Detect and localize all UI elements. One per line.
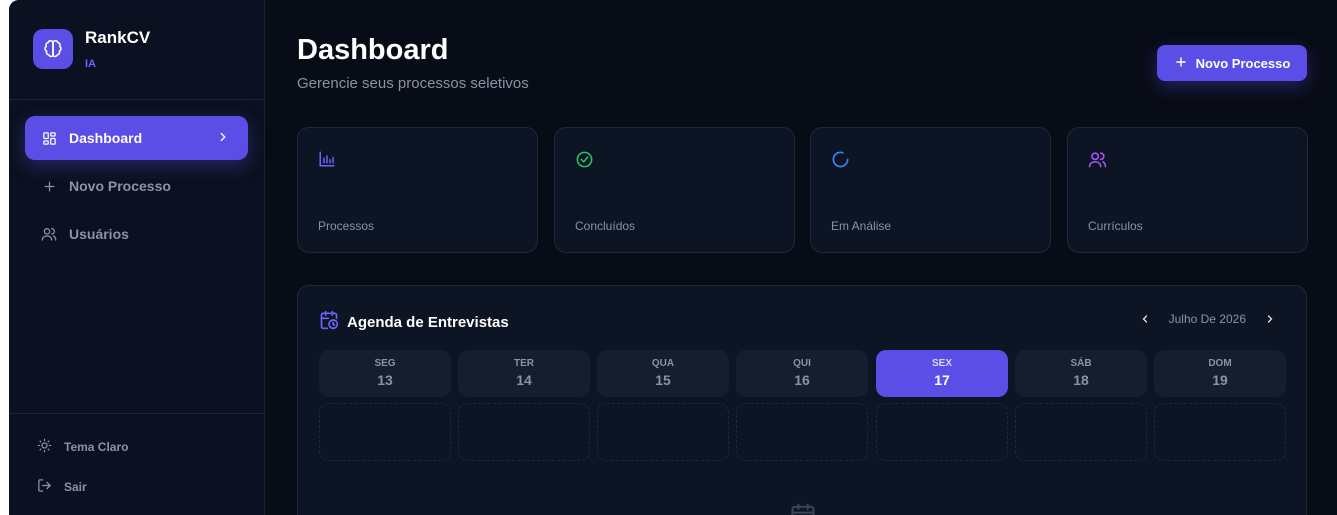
next-month-button[interactable] (1264, 312, 1276, 326)
brand-tag: IA (85, 58, 96, 70)
stat-card-processos: 2 Processos (297, 127, 538, 338)
app-window: RankCV IA Dashboard Novo Processo Usuári… (9, 0, 1337, 515)
day-column-sab[interactable]: SÁB 18 (1015, 350, 1147, 397)
theme-toggle-button[interactable]: Tema Claro (37, 438, 128, 456)
day-slot[interactable] (458, 403, 590, 461)
bar-chart-icon (318, 150, 336, 173)
brain-icon (33, 29, 73, 69)
day-slot[interactable] (1015, 403, 1147, 461)
sidebar-item-usuarios[interactable]: Usuários (25, 212, 248, 256)
users-icon (41, 226, 57, 242)
sidebar-item-dashboard[interactable]: Dashboard (25, 116, 248, 160)
new-process-label: Novo Processo (1195, 55, 1291, 71)
loader-icon (831, 150, 850, 174)
day-slot[interactable] (597, 403, 729, 461)
day-slot[interactable] (876, 403, 1008, 461)
stat-label: Concluídos (575, 219, 636, 233)
stat-card-concluidos: 2 Concluídos (554, 127, 795, 338)
day-number: 15 (655, 372, 671, 388)
stat-card-em-analise: 0 Em Análise (810, 127, 1051, 338)
day-name: SEG (374, 358, 396, 369)
sidebar-divider (9, 413, 265, 414)
plus-icon (1174, 55, 1188, 72)
stat-label: Currículos (1088, 219, 1143, 233)
dashboard-grid-icon (41, 130, 57, 146)
users-icon (1088, 150, 1107, 174)
day-name: TER (514, 358, 534, 369)
page-title: Dashboard (297, 34, 449, 66)
day-column-qua[interactable]: QUA 15 (597, 350, 729, 397)
day-column-sex[interactable]: SEX 17 (876, 350, 1008, 397)
sidebar-item-novo-processo[interactable]: Novo Processo (25, 164, 248, 208)
day-number: 18 (1073, 372, 1089, 388)
day-name: DOM (1208, 358, 1232, 369)
day-number: 16 (794, 372, 810, 388)
day-number: 19 (1212, 372, 1228, 388)
stat-card-curriculos: 72 Currículos (1067, 127, 1308, 338)
prev-month-button[interactable] (1139, 312, 1151, 326)
day-slot[interactable] (319, 403, 451, 461)
stat-label: Em Análise (831, 219, 892, 233)
theme-toggle-label: Tema Claro (64, 440, 129, 454)
interview-agenda: Agenda de Entrevistas Julho De 2026 SEG … (297, 285, 1307, 515)
day-name: SÁB (1070, 358, 1092, 369)
day-name: SEX (931, 358, 952, 369)
day-slot[interactable] (1154, 403, 1286, 461)
main-content: Dashboard Gerencie seus processos seleti… (265, 0, 1337, 515)
brand-name: RankCV (85, 28, 151, 47)
chevron-right-icon (216, 130, 230, 147)
new-process-button[interactable]: Novo Processo (1157, 45, 1307, 81)
day-number: 13 (377, 372, 393, 388)
day-slot[interactable] (736, 403, 868, 461)
sidebar-item-label: Novo Processo (69, 178, 171, 194)
logout-button[interactable]: Sair (37, 478, 87, 496)
plus-icon (41, 178, 57, 194)
logout-icon (37, 478, 52, 496)
sidebar-divider (9, 99, 265, 100)
sun-icon (37, 438, 52, 456)
month-navigator: Julho De 2026 (1139, 312, 1276, 326)
brand[interactable]: RankCV IA (33, 29, 150, 70)
day-number: 17 (934, 372, 950, 388)
agenda-title: Agenda de Entrevistas (347, 314, 509, 331)
day-name: QUA (651, 358, 675, 369)
month-label: Julho De 2026 (1168, 312, 1246, 326)
day-column-qui[interactable]: QUI 16 (736, 350, 868, 397)
sidebar: RankCV IA Dashboard Novo Processo Usuári… (9, 0, 265, 515)
sidebar-item-label: Dashboard (69, 130, 143, 146)
page-subtitle: Gerencie seus processos seletivos (297, 75, 529, 92)
day-column-ter[interactable]: TER 14 (458, 350, 590, 397)
logout-label: Sair (64, 480, 87, 494)
day-number: 14 (516, 372, 532, 388)
sidebar-item-label: Usuários (69, 226, 129, 242)
check-circle-icon (575, 150, 594, 174)
day-column-seg[interactable]: SEG 13 (319, 350, 451, 397)
stat-label: Processos (318, 219, 375, 233)
day-column-dom[interactable]: DOM 19 (1154, 350, 1286, 397)
day-name: QUI (793, 358, 811, 369)
calendar-clock-icon (319, 310, 339, 335)
agenda-header: Agenda de Entrevistas (319, 310, 509, 335)
calendar-icon (789, 501, 817, 515)
